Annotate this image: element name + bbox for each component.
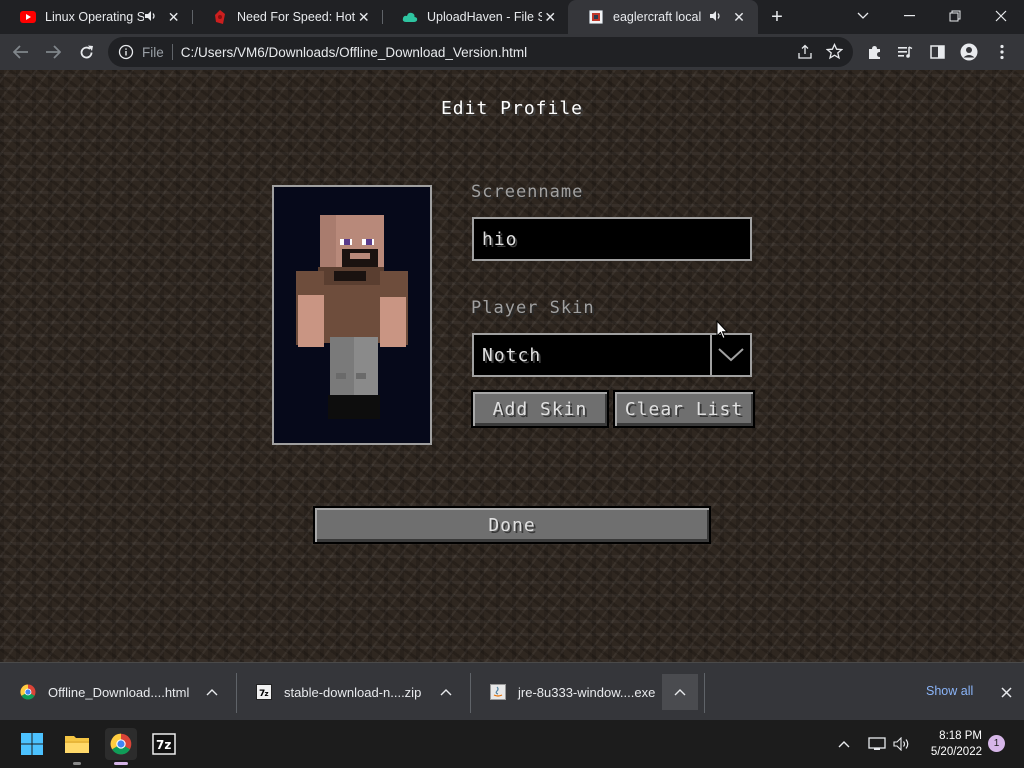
download-filename: Offline_Download....html (48, 684, 190, 700)
chevron-up-icon[interactable] (834, 728, 854, 760)
chevron-up-icon[interactable] (662, 674, 698, 710)
kebab-menu-icon (1000, 44, 1004, 60)
address-bar[interactable]: File C:/Users/VM6/Downloads/Offline_Down… (108, 37, 853, 67)
svg-text:7z: 7z (156, 738, 171, 752)
tab-title: UploadHaven - File Sha (427, 10, 543, 24)
page-title: Edit Profile (440, 98, 584, 119)
close-tab-icon[interactable]: ✕ (542, 8, 558, 26)
screenname-label: Screenname (471, 182, 584, 202)
download-divider (704, 673, 705, 713)
screenname-input[interactable]: hio (472, 217, 752, 261)
close-tab-icon[interactable]: ✕ (165, 8, 182, 26)
file-explorer-icon[interactable] (61, 728, 93, 765)
side-panel-button[interactable] (924, 39, 950, 65)
close-window-button[interactable] (978, 0, 1024, 32)
clear-list-button[interactable]: Clear List (613, 390, 755, 428)
add-skin-button[interactable]: Add Skin (471, 390, 609, 428)
chevron-up-icon[interactable] (202, 682, 222, 702)
game-canvas[interactable]: Edit Profile Screenname hio Player Skin … (0, 70, 1024, 662)
dropdown-arrow-icon[interactable] (710, 335, 750, 375)
chevron-up-icon[interactable] (436, 682, 456, 702)
side-panel-icon (929, 45, 945, 59)
game-site-icon (212, 9, 228, 25)
forward-button[interactable] (40, 39, 66, 65)
player-skin-label: Player Skin (471, 298, 595, 318)
tab-title: Linux Operating Sy (45, 10, 145, 24)
back-arrow-icon (13, 45, 28, 59)
chevron-down-icon (857, 12, 869, 19)
close-icon (995, 10, 1007, 22)
tab-title: Need For Speed: Hot P (237, 10, 356, 24)
speaker-icon[interactable] (144, 10, 157, 25)
show-all-downloads-link[interactable]: Show all (926, 684, 973, 698)
system-clock[interactable]: 8:18 PM 5/20/2022 (918, 728, 982, 760)
profile-button[interactable] (956, 39, 982, 65)
volume-icon[interactable] (891, 728, 913, 760)
active-indicator (114, 762, 128, 765)
7zip-icon[interactable]: 7z (148, 728, 180, 760)
address-divider (171, 44, 173, 60)
tab-title: eaglercraft local (613, 10, 702, 24)
player-skin-select[interactable]: Notch (472, 333, 752, 377)
download-bar: Offline_Download....html 7z stable-downl… (0, 662, 1024, 720)
forward-arrow-icon (46, 45, 61, 59)
tab-uploadhaven[interactable]: UploadHaven - File Sha ✕ (382, 0, 568, 34)
protocol-label: File (142, 44, 164, 60)
minimize-icon (903, 15, 915, 17)
close-tab-icon[interactable]: ✕ (730, 8, 748, 26)
svg-text:z: z (265, 690, 269, 698)
download-item[interactable]: 7z stable-download-n....zip (236, 663, 470, 721)
chrome-icon (20, 684, 36, 700)
chrome-icon[interactable] (105, 728, 137, 765)
close-download-bar-icon[interactable] (996, 682, 1016, 702)
minimize-button[interactable] (886, 0, 932, 32)
download-item[interactable]: jre-8u333-window....exe (470, 663, 704, 721)
reload-icon (80, 45, 93, 58)
tab-need-for-speed[interactable]: Need For Speed: Hot P ✕ (192, 0, 382, 34)
java-installer-icon (490, 684, 506, 700)
speaker-icon[interactable] (708, 10, 722, 25)
notification-badge[interactable]: 1 (988, 735, 1005, 752)
menu-button[interactable] (989, 39, 1015, 65)
tab-search-button[interactable] (840, 0, 886, 32)
windows-taskbar: 7z 8:18 PM 5/20/2022 1 (0, 720, 1024, 768)
cloud-icon (402, 9, 418, 25)
done-button[interactable]: Done (313, 506, 711, 544)
close-tab-icon[interactable]: ✕ (356, 8, 372, 26)
profile-avatar-icon (960, 43, 978, 61)
download-filename: stable-download-n....zip (284, 684, 422, 700)
windows-start-icon[interactable] (16, 728, 48, 760)
network-icon[interactable] (866, 728, 888, 760)
restore-button[interactable] (932, 0, 978, 32)
tab-linux-operating-system[interactable]: Linux Operating Sy ✕ (0, 0, 192, 34)
running-indicator (73, 762, 81, 765)
download-filename: jre-8u333-window....exe (518, 684, 656, 700)
download-item[interactable]: Offline_Download....html (0, 663, 236, 721)
info-icon[interactable] (118, 44, 134, 60)
mouse-cursor-icon (716, 320, 728, 340)
clock-time: 8:18 PM (939, 730, 982, 742)
skin-preview (272, 185, 432, 445)
player-skin-model (296, 215, 408, 419)
extensions-button[interactable] (861, 39, 887, 65)
zip-archive-icon: 7z (256, 684, 272, 700)
url-text[interactable]: C:/Users/VM6/Downloads/Offline_Download_… (181, 45, 527, 60)
page-icon (588, 9, 604, 25)
browser-toolbar: File C:/Users/VM6/Downloads/Offline_Down… (0, 34, 1024, 70)
youtube-icon (20, 9, 36, 25)
media-queue-icon (898, 46, 913, 58)
back-button[interactable] (8, 39, 34, 65)
clock-date: 5/20/2022 (930, 746, 982, 758)
bookmark-star-icon[interactable] (825, 42, 844, 63)
reload-button[interactable] (73, 39, 99, 65)
restore-icon (949, 10, 961, 22)
puzzle-icon (868, 45, 880, 59)
tab-eaglercraft-local[interactable]: eaglercraft local ✕ (568, 0, 758, 34)
new-tab-button[interactable]: + (766, 6, 788, 28)
selected-skin-value: Notch (482, 344, 542, 366)
media-control-button[interactable] (892, 39, 918, 65)
share-icon[interactable] (797, 44, 813, 63)
tab-strip: Linux Operating Sy ✕ Need For Speed: Hot… (0, 0, 1024, 34)
